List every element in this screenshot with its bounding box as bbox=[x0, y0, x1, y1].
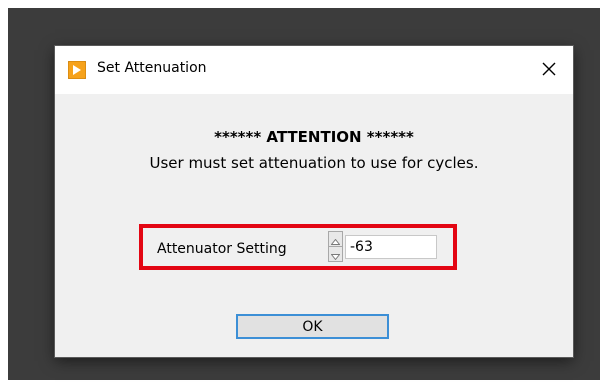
dialog-body: ****** ATTENTION ****** User must set at… bbox=[55, 94, 573, 357]
attenuator-setting-label: Attenuator Setting bbox=[157, 241, 287, 257]
labview-run-arrow-icon bbox=[67, 60, 87, 80]
spin-down-button[interactable] bbox=[329, 247, 342, 261]
dialog-title: Set Attenuation bbox=[97, 60, 207, 76]
attention-heading: ****** ATTENTION ****** bbox=[214, 128, 414, 146]
close-button[interactable] bbox=[533, 54, 565, 86]
spin-down-icon bbox=[330, 245, 341, 264]
close-icon bbox=[542, 61, 556, 80]
instruction-text: User must set attenuation to use for cyc… bbox=[149, 154, 479, 172]
attenuator-setting-input[interactable] bbox=[345, 235, 437, 259]
title-bar: Set Attenuation bbox=[55, 46, 573, 94]
set-attenuation-dialog: Set Attenuation ****** ATTENTION ****** … bbox=[55, 46, 573, 357]
ok-button[interactable]: OK bbox=[236, 314, 389, 339]
attenuator-spinner[interactable] bbox=[328, 231, 343, 262]
